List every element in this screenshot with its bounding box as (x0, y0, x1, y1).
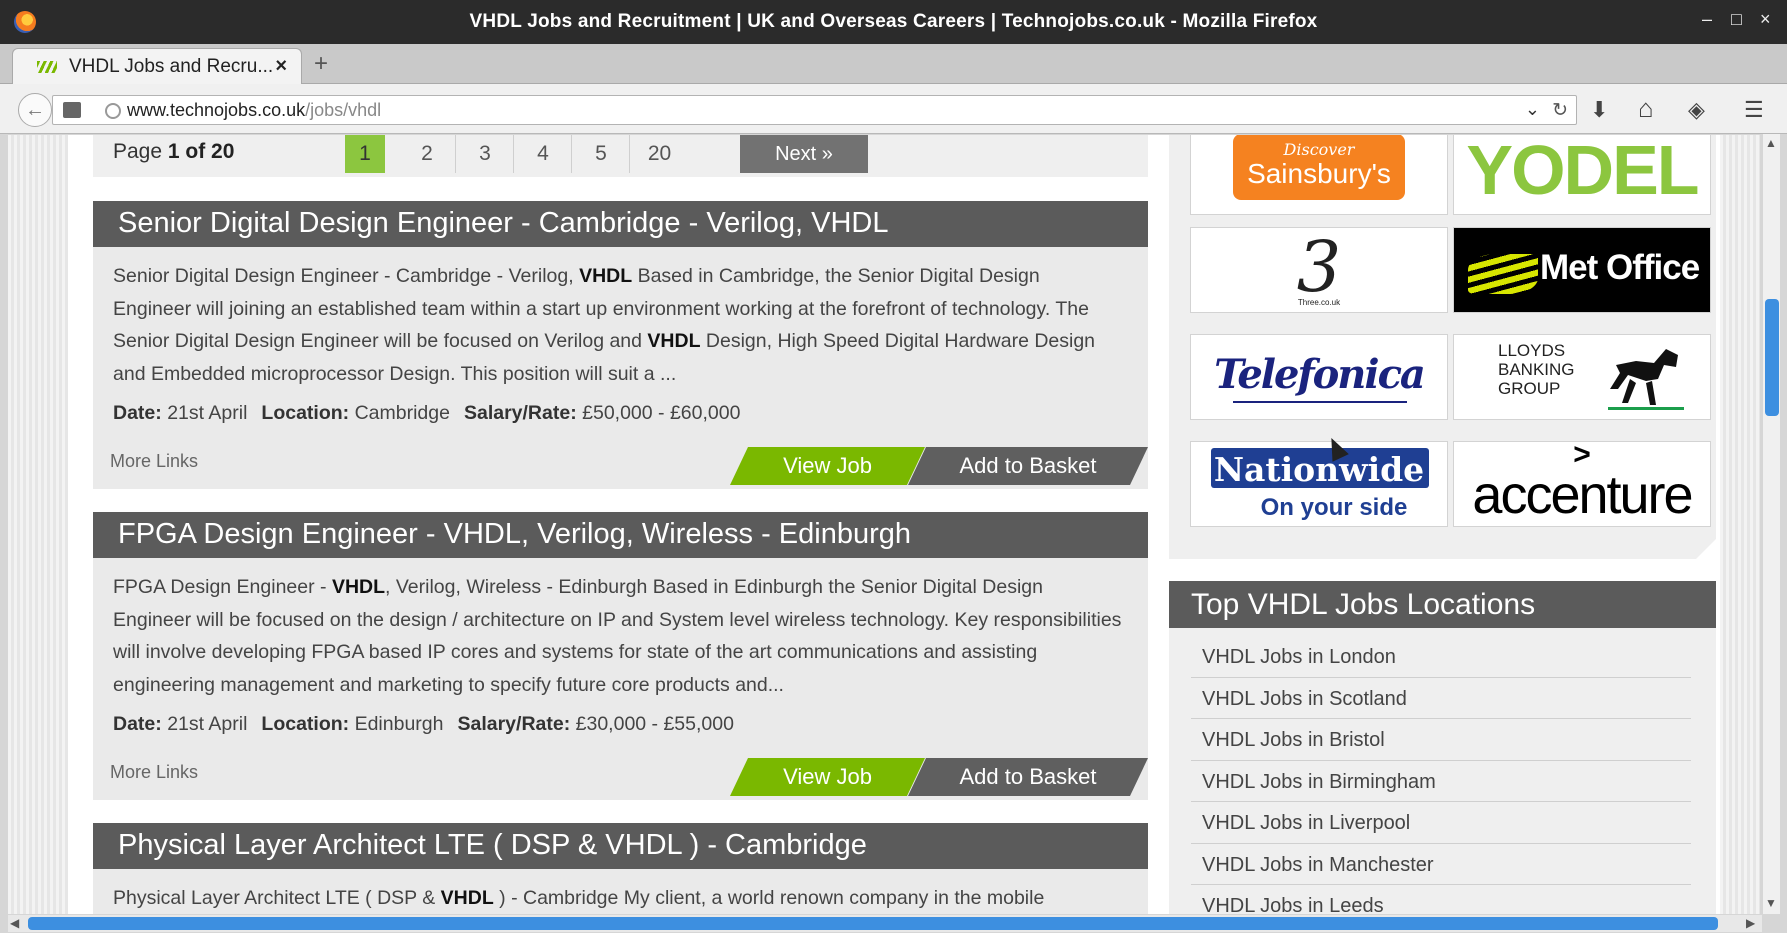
location-link-liverpool[interactable]: VHDL Jobs in Liverpool (1191, 802, 1691, 844)
menu-icon[interactable]: ☰ (1744, 97, 1764, 123)
location-link-bristol[interactable]: VHDL Jobs in Bristol (1191, 719, 1691, 761)
locations-heading: Top VHDL Jobs Locations (1169, 581, 1716, 628)
url-bar[interactable]: www.technojobs.co.uk/jobs/vhdl ⌄ ↻ (52, 95, 1577, 125)
scroll-right-icon[interactable]: ▶ (1746, 916, 1755, 930)
location-link-manchester[interactable]: VHDL Jobs in Manchester (1191, 844, 1691, 885)
page-20-link[interactable]: 20 (631, 135, 688, 173)
page-1-link[interactable]: 1 (345, 135, 385, 173)
job-actions: View Job Add to Basket (730, 758, 1148, 796)
job-title-link[interactable]: FPGA Design Engineer - VHDL, Verilog, Wi… (93, 512, 1148, 558)
url-dropdown-icon[interactable]: ⌄ (1525, 99, 1540, 120)
sainsburys-logo[interactable]: Discover Sainsbury's (1190, 135, 1448, 215)
yodel-logo[interactable]: YODEL (1453, 135, 1711, 215)
scroll-up-icon[interactable]: ▲ (1765, 136, 1777, 150)
job-description: Physical Layer Architect LTE ( DSP & VHD… (113, 887, 1045, 909)
horizontal-scroll-thumb[interactable] (28, 917, 1718, 930)
sainsburys-text: Sainsbury's (1247, 158, 1391, 189)
nationwide-logo[interactable]: Nationwide On your side (1190, 441, 1448, 527)
lloyds-text: LLOYDS BANKING GROUP (1498, 341, 1575, 398)
vertical-scrollbar[interactable]: ▲ ▼ (1762, 134, 1780, 914)
next-page-button[interactable]: Next » (740, 135, 868, 173)
tab-label: VHDL Jobs and Recru... (69, 56, 274, 77)
job-title-link[interactable]: Senior Digital Design Engineer - Cambrid… (93, 201, 1148, 247)
site-info-icon[interactable] (63, 102, 81, 118)
tab-bar: VHDL Jobs and Recru... × + (0, 44, 1787, 84)
reload-icon[interactable]: ↻ (1552, 99, 1568, 122)
location-link-london[interactable]: VHDL Jobs in London (1191, 636, 1691, 678)
download-icon[interactable]: ⬇ (1590, 97, 1608, 123)
job-meta: Date: 21st April Location: Edinburgh Salar… (113, 713, 734, 735)
job-meta: Date: 21st April Location: Cambridge Salar… (113, 402, 741, 424)
view-job-button[interactable]: View Job (730, 758, 925, 796)
lloyds-logo[interactable]: LLOYDS BANKING GROUP (1453, 334, 1711, 420)
view-job-button[interactable]: View Job (730, 447, 925, 485)
tab-vhdl-jobs[interactable]: VHDL Jobs and Recru... × (12, 48, 302, 84)
close-window-button[interactable]: × (1760, 9, 1771, 30)
page-4-link[interactable]: 4 (515, 135, 572, 173)
more-links[interactable]: More Links (110, 762, 198, 783)
window-title: VHDL Jobs and Recruitment | UK and Overs… (469, 11, 1318, 32)
page-background-left (8, 135, 68, 916)
back-button[interactable]: ← (18, 93, 52, 127)
scroll-left-icon[interactable]: ◀ (10, 916, 19, 930)
scroll-down-icon[interactable]: ▼ (1765, 896, 1777, 910)
page-3-link[interactable]: 3 (457, 135, 514, 173)
vertical-scroll-thumb[interactable] (1765, 299, 1779, 416)
pagination: Page 1 of 20 1 2 3 4 5 20 Next » (93, 135, 1148, 177)
three-logo[interactable]: 3 Three.co.uk (1190, 227, 1448, 313)
page-5-link[interactable]: 5 (573, 135, 630, 173)
page-background-right (1720, 135, 1760, 916)
url-text[interactable]: www.technojobs.co.uk/jobs/vhdl (127, 100, 381, 121)
black-horse-icon (1608, 349, 1684, 410)
telefonica-underline (1233, 401, 1407, 403)
job-listing: Physical Layer Architect LTE ( DSP & VHD… (93, 823, 1148, 916)
home-icon[interactable]: ⌂ (1638, 93, 1654, 124)
top-locations: Top VHDL Jobs Locations VHDL Jobs in Lon… (1169, 581, 1716, 916)
location-link-leeds[interactable]: VHDL Jobs in Leeds (1191, 885, 1691, 916)
telefonica-logo[interactable]: Telefonica (1190, 334, 1448, 420)
more-links[interactable]: More Links (110, 451, 198, 472)
met-office-logo[interactable]: Met Office (1453, 227, 1711, 313)
technojobs-favicon-icon (37, 61, 57, 73)
location-link-scotland[interactable]: VHDL Jobs in Scotland (1191, 678, 1691, 719)
close-tab-icon[interactable]: × (275, 55, 287, 78)
job-description: FPGA Design Engineer - VHDL, Verilog, Wi… (113, 576, 1122, 696)
job-description: Senior Digital Design Engineer - Cambrid… (113, 265, 1096, 385)
minimize-button[interactable]: – (1702, 9, 1712, 30)
navigation-bar: www.technojobs.co.uk/jobs/vhdl ⌄ ↻ ← ⬇ ⌂… (0, 84, 1787, 134)
maximize-button[interactable]: □ (1731, 9, 1742, 30)
job-listing: Senior Digital Design Engineer - Cambrid… (93, 201, 1148, 489)
accenture-logo[interactable]: > accenture (1453, 441, 1711, 527)
page-info: Page 1 of 20 (113, 140, 235, 163)
job-title-link[interactable]: Physical Layer Architect LTE ( DSP & VHD… (93, 823, 1148, 869)
horizontal-scrollbar[interactable]: ◀ ▶ (8, 914, 1762, 932)
globe-icon (105, 103, 121, 119)
job-listing: FPGA Design Engineer - VHDL, Verilog, Wi… (93, 512, 1148, 800)
add-to-basket-button[interactable]: Add to Basket (908, 447, 1148, 485)
sainsburys-tagline: Discover (1283, 140, 1355, 159)
pocket-icon[interactable]: ◈ (1688, 97, 1705, 123)
window-titlebar: VHDL Jobs and Recruitment | UK and Overs… (0, 0, 1787, 44)
add-to-basket-button[interactable]: Add to Basket (908, 758, 1148, 796)
met-office-wave-icon (1468, 254, 1538, 294)
locations-list: VHDL Jobs in London VHDL Jobs in Scotlan… (1191, 636, 1691, 916)
employer-logos: Discover Sainsbury's YODEL 3 Three.co.uk… (1169, 135, 1716, 559)
new-tab-button[interactable]: + (314, 50, 328, 78)
page-2-link[interactable]: 2 (399, 135, 456, 173)
location-link-birmingham[interactable]: VHDL Jobs in Birmingham (1191, 761, 1691, 802)
job-actions: View Job Add to Basket (730, 447, 1148, 485)
page-viewport: Page 1 of 20 1 2 3 4 5 20 Next » Senior … (8, 135, 1760, 916)
